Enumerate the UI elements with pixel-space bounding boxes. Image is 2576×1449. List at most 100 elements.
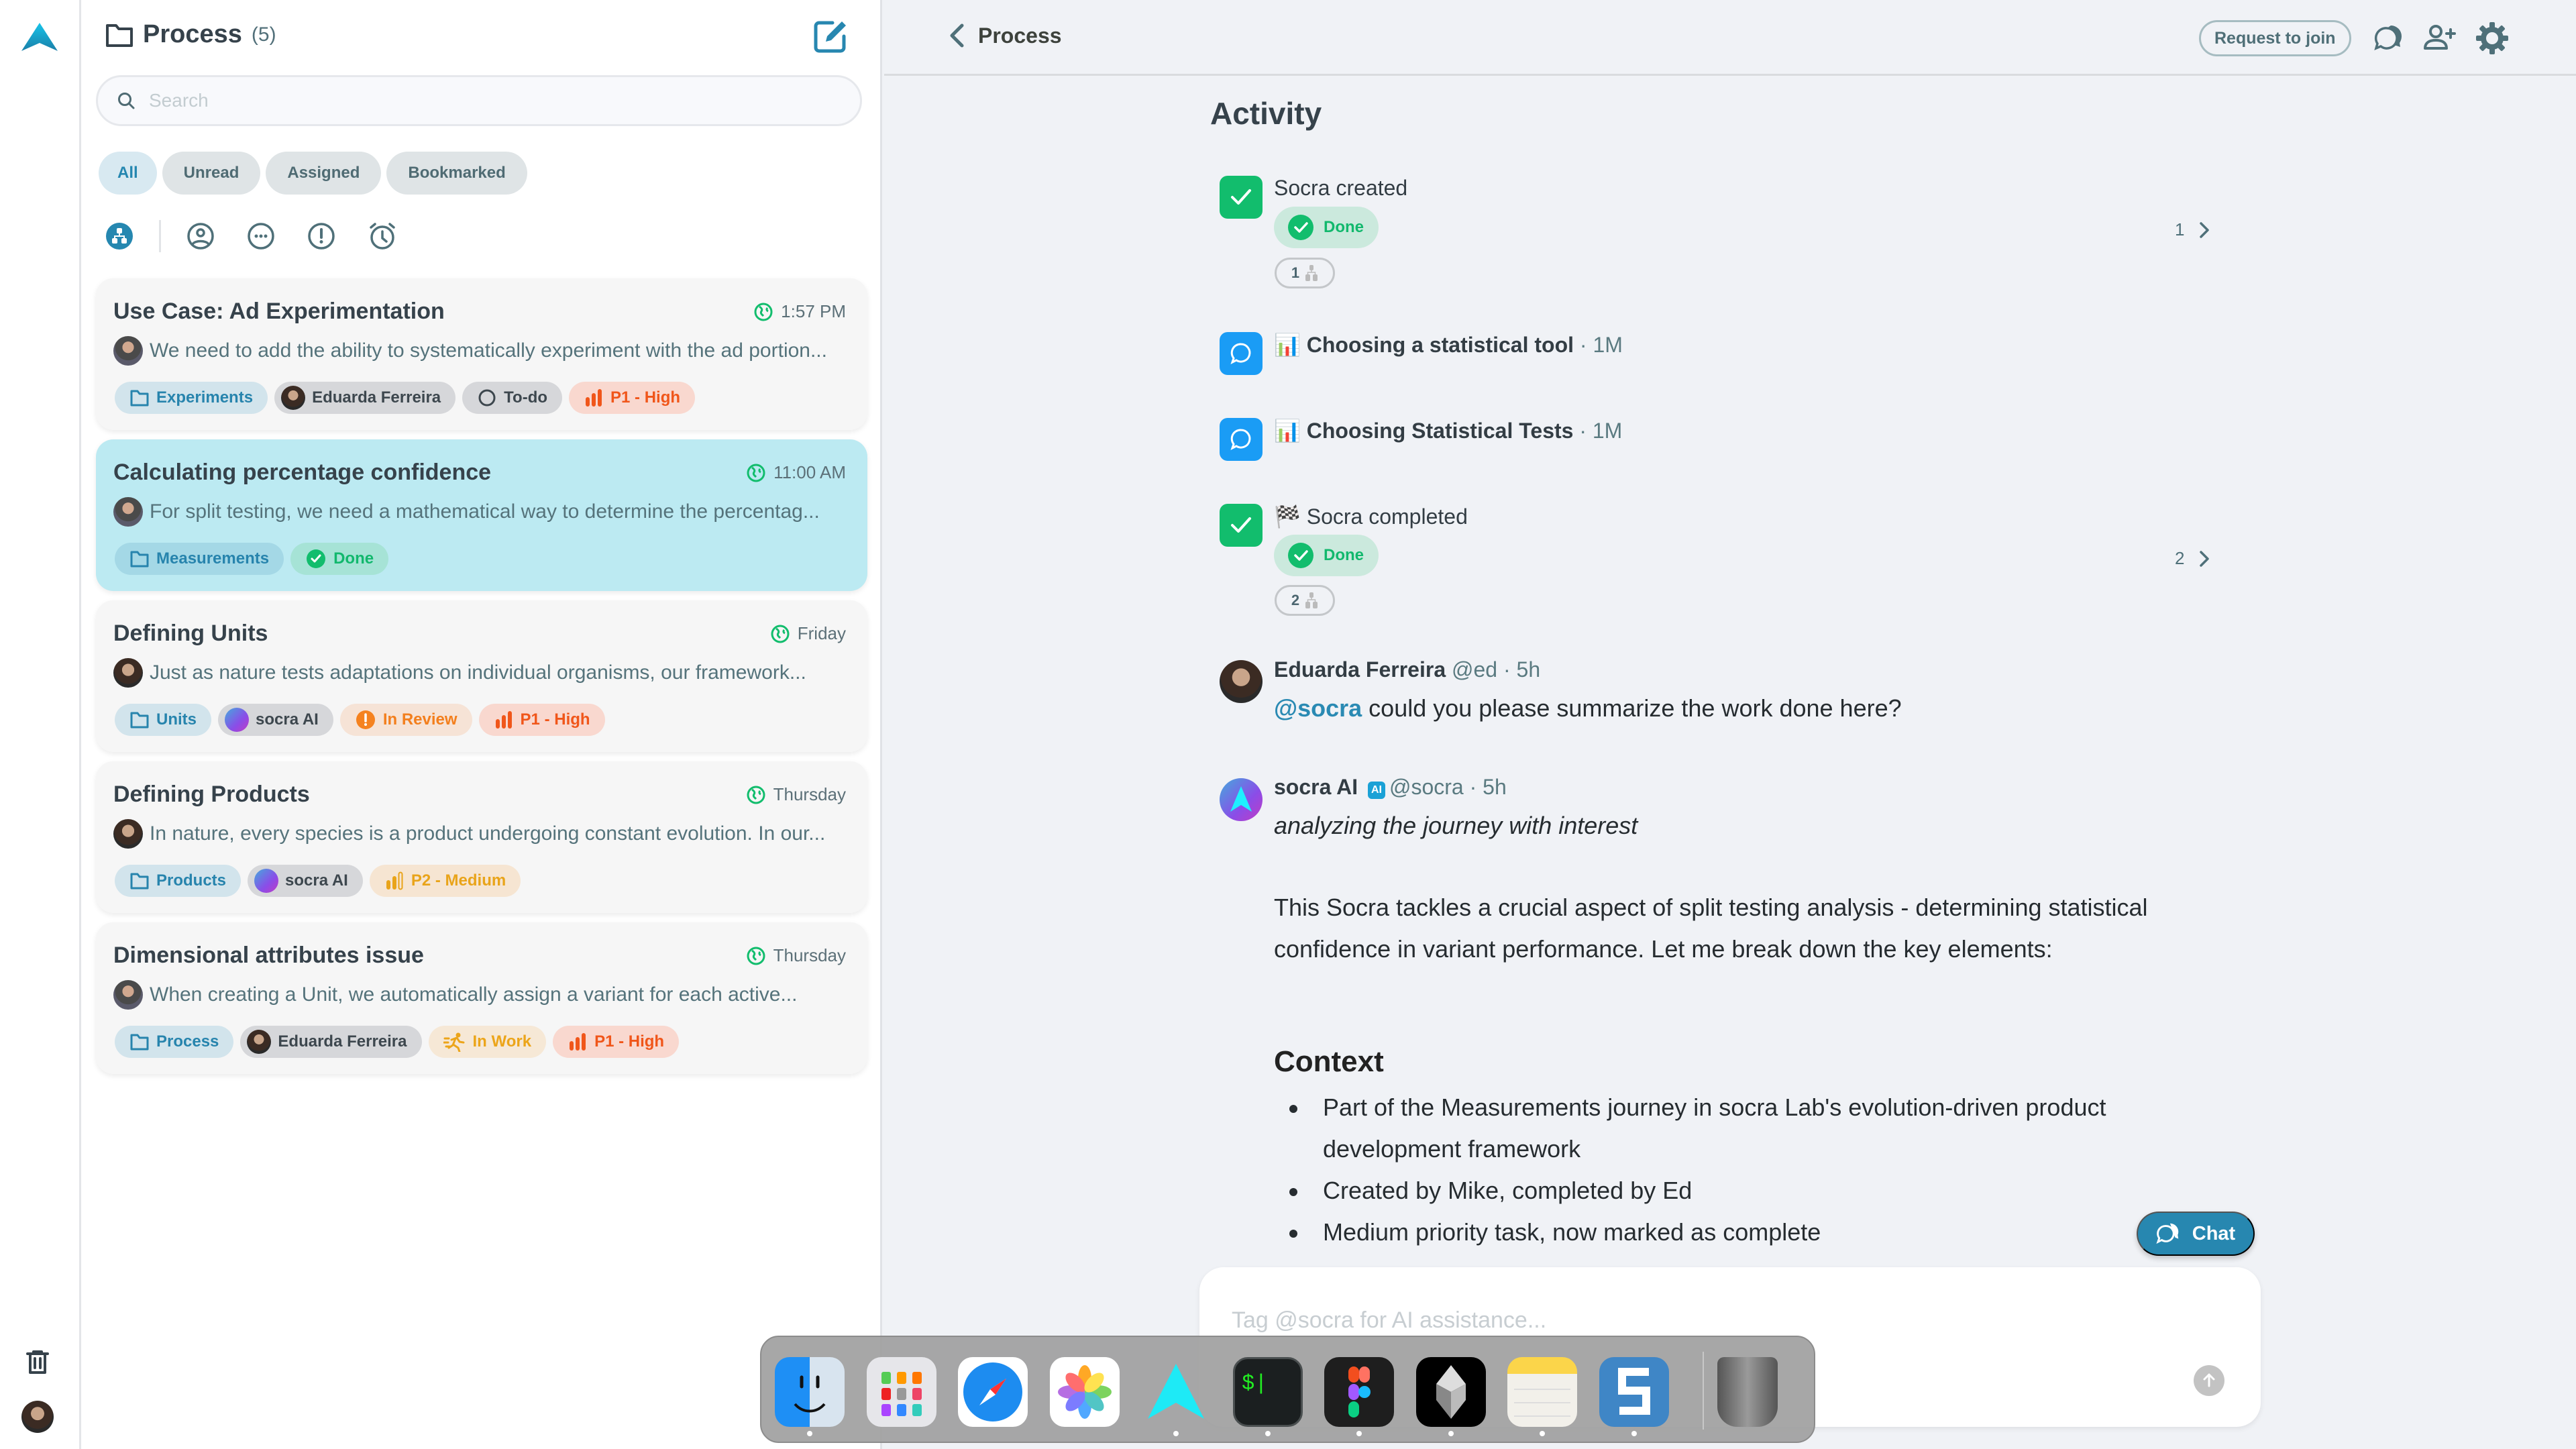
- send-button[interactable]: [2194, 1365, 2224, 1396]
- socra-card[interactable]: Dimensional attributes issue Thursday When…: [96, 922, 867, 1074]
- tag-work[interactable]: In Work: [428, 1026, 547, 1058]
- list-item: Part of the Measurements journey in socr…: [1289, 1087, 2174, 1170]
- globe-icon: [747, 947, 765, 965]
- tag-folder[interactable]: Process: [115, 1026, 234, 1058]
- settings-gear-icon[interactable]: [2474, 20, 2510, 56]
- tag-person[interactable]: socra AI: [248, 865, 363, 897]
- socra-card[interactable]: Calculating percentage confidence 11:00 A…: [96, 439, 867, 591]
- card-description: When creating a Unit, we automatically a…: [113, 980, 851, 1010]
- list-item: Created by Mike, completed by Ed: [1289, 1170, 2174, 1212]
- tag-done[interactable]: Done: [290, 543, 389, 575]
- tag-folder[interactable]: Experiments: [115, 382, 268, 414]
- dock-finder-icon[interactable]: [775, 1357, 845, 1427]
- tag-person[interactable]: Eduarda Ferreira: [274, 382, 456, 414]
- filter-bookmarked[interactable]: Bookmarked: [386, 152, 527, 195]
- card-time: Friday: [771, 623, 846, 644]
- tag-med[interactable]: P2 - Medium: [369, 865, 521, 897]
- socra-ai-avatar[interactable]: [1220, 778, 1263, 821]
- alert-circle-icon[interactable]: [307, 222, 335, 250]
- tag-folder[interactable]: Measurements: [115, 543, 284, 575]
- todo-circle-icon: [478, 389, 496, 407]
- subtask-count[interactable]: 1: [1275, 258, 1335, 288]
- running-indicator: [1540, 1431, 1545, 1436]
- card-title: Defining Units: [113, 621, 268, 646]
- running-indicator: [1448, 1431, 1454, 1436]
- folder-icon: [130, 551, 149, 568]
- event-text: Socra created: [1274, 176, 1408, 200]
- filter-unread[interactable]: Unread: [162, 152, 261, 195]
- chat-bubbles-icon: [2156, 1223, 2179, 1244]
- tag-high[interactable]: P1 - High: [553, 1026, 680, 1058]
- dock-safari-icon[interactable]: [958, 1357, 1028, 1427]
- tag-person[interactable]: socra AI: [218, 704, 333, 736]
- list-count: (5): [251, 23, 276, 46]
- ai-summary-paragraph: This Socra tackles a crucial aspect of s…: [1274, 894, 2148, 963]
- tag-todo[interactable]: To-do: [462, 382, 563, 414]
- user-circle-icon[interactable]: [186, 222, 215, 250]
- ai-badge: AI: [1367, 782, 1385, 799]
- tag-high[interactable]: P1 - High: [569, 382, 696, 414]
- socra-card[interactable]: Defining Products Thursday In nature, ever…: [96, 761, 867, 913]
- compose-new-icon[interactable]: [812, 19, 849, 55]
- tag-high[interactable]: P1 - High: [478, 704, 605, 736]
- current-user-avatar[interactable]: [21, 1401, 54, 1433]
- tag-review[interactable]: In Review: [339, 704, 472, 736]
- socra-card[interactable]: Defining Units Friday Just as nature tests…: [96, 600, 867, 752]
- card-tags: Process Eduarda Ferreira In Work P1 - High: [115, 1026, 680, 1058]
- search-input[interactable]: [149, 90, 753, 111]
- dock-photos-icon[interactable]: [1050, 1357, 1120, 1427]
- socra-list-panel: Process (5) All Unread Assigned Bookmark…: [81, 0, 882, 1449]
- subtask-count[interactable]: 2: [1275, 585, 1335, 616]
- check-circle-icon: [1288, 543, 1313, 568]
- dock-instruments-icon[interactable]: [1416, 1357, 1486, 1427]
- add-user-icon[interactable]: [2421, 20, 2457, 56]
- thread-icon: [1220, 418, 1263, 461]
- trash-icon[interactable]: [25, 1350, 50, 1375]
- hierarchy-icon: [1305, 265, 1318, 281]
- alarm-clock-icon[interactable]: [368, 221, 397, 251]
- folder-icon: [130, 390, 149, 407]
- event-pager[interactable]: 2: [2175, 548, 2210, 569]
- author-avatar: [113, 658, 143, 688]
- author-avatar: [113, 336, 143, 366]
- event-pager[interactable]: 1: [2175, 219, 2210, 240]
- dock-terminal-icon[interactable]: $|: [1233, 1357, 1303, 1427]
- mention-link[interactable]: @socra: [1274, 694, 1362, 722]
- priority-high-icon: [586, 389, 602, 407]
- hierarchy-icon[interactable]: [105, 222, 133, 250]
- globe-icon: [747, 464, 765, 482]
- running-icon: [443, 1032, 464, 1052]
- check-circle-icon: [1288, 215, 1313, 240]
- search-box[interactable]: [96, 75, 862, 126]
- socra-card[interactable]: Use Case: Ad Experimentation 1:57 PM We ne…: [96, 278, 867, 430]
- dock-figma-icon[interactable]: [1324, 1357, 1394, 1427]
- tag-person[interactable]: Eduarda Ferreira: [240, 1026, 422, 1058]
- thread-link[interactable]: 📊 Choosing a statistical tool · 1M: [1274, 332, 1623, 358]
- card-description: Just as nature tests adaptations on indi…: [113, 658, 851, 688]
- dock-notes-icon[interactable]: [1507, 1357, 1577, 1427]
- request-to-join-button[interactable]: Request to join: [2199, 20, 2351, 56]
- dock-launchpad-icon[interactable]: [867, 1357, 936, 1427]
- activity-title: Activity: [1210, 96, 1322, 131]
- globe-icon: [771, 625, 790, 643]
- tag-folder[interactable]: Products: [115, 865, 241, 897]
- chat-bubbles-icon[interactable]: [2372, 20, 2408, 56]
- user-avatar[interactable]: [1220, 660, 1263, 703]
- filter-all[interactable]: All: [99, 152, 157, 195]
- dock-separator: [1703, 1352, 1704, 1430]
- dock-trash-icon[interactable]: [1717, 1357, 1778, 1427]
- author-avatar: [113, 980, 143, 1010]
- card-time: Thursday: [747, 945, 846, 966]
- tag-folder[interactable]: Units: [115, 704, 211, 736]
- filter-assigned[interactable]: Assigned: [266, 152, 382, 195]
- dock-scrivener-icon[interactable]: [1599, 1357, 1669, 1427]
- globe-icon: [747, 786, 765, 804]
- more-circle-icon[interactable]: [247, 222, 275, 250]
- back-button[interactable]: Process: [949, 23, 1062, 48]
- thread-link[interactable]: 📊 Choosing Statistical Tests · 1M: [1274, 418, 1622, 443]
- dock-socra-icon[interactable]: [1141, 1357, 1211, 1427]
- card-title: Calculating percentage confidence: [113, 460, 492, 485]
- socra-logo-icon[interactable]: [20, 21, 59, 52]
- card-tags: Experiments Eduarda Ferreira To-do P1 - Hig…: [115, 382, 696, 414]
- chat-button[interactable]: Chat: [2137, 1212, 2255, 1256]
